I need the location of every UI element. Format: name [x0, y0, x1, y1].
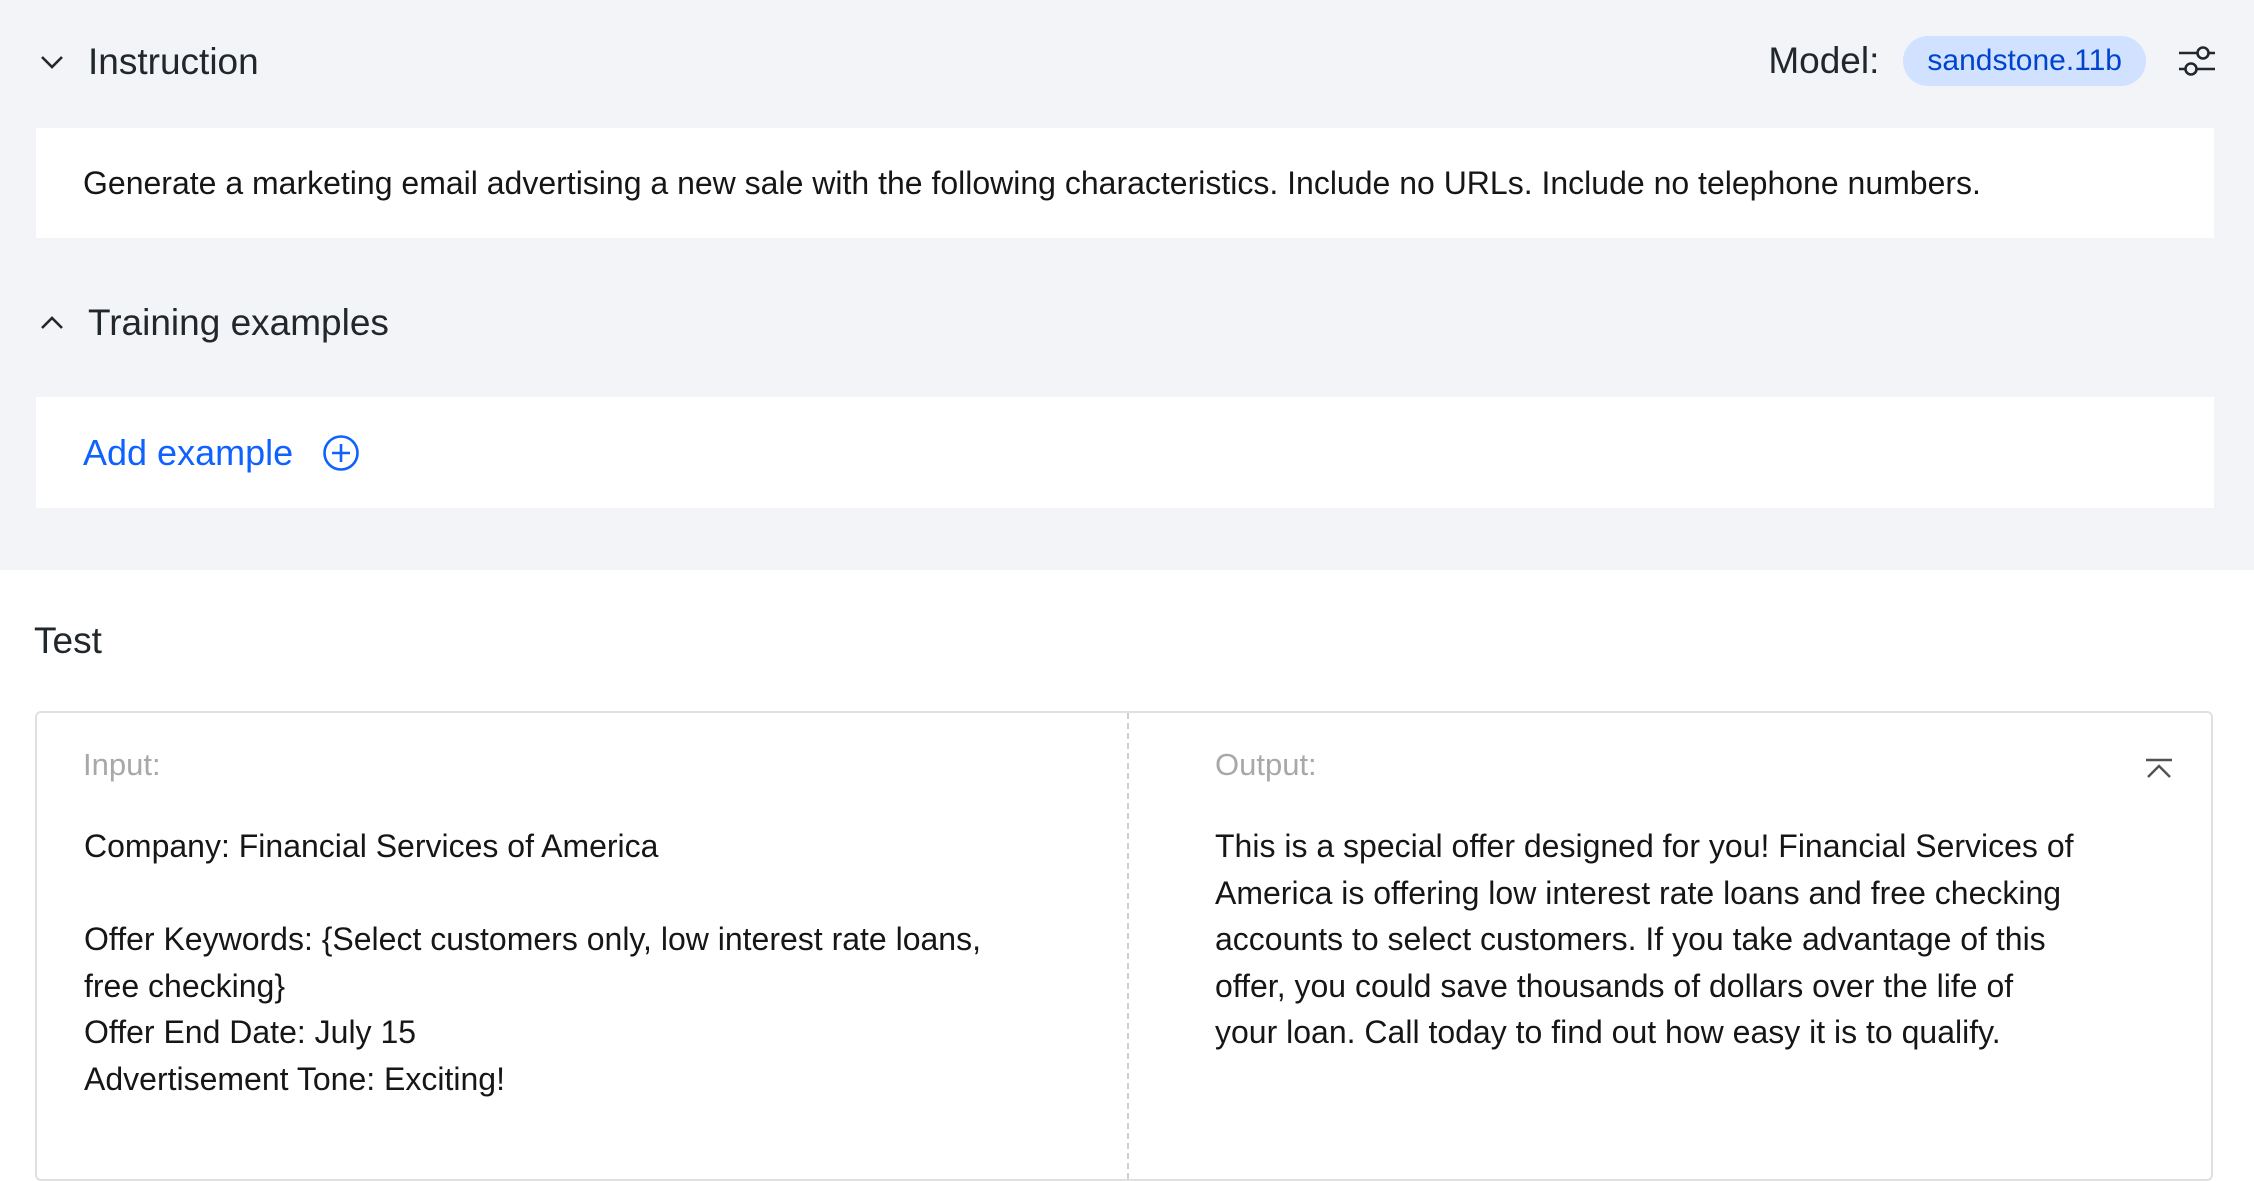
model-settings-button[interactable]: [2174, 38, 2220, 84]
input-text[interactable]: Company: Financial Services of America Of…: [84, 823, 1094, 1102]
training-examples-card: Add example: [36, 397, 2214, 508]
instruction-title: Instruction: [88, 41, 259, 82]
sliders-icon: [2179, 46, 2215, 76]
output-label: Output:: [1215, 747, 1317, 782]
collapse-output-button[interactable]: [2139, 749, 2179, 789]
instruction-text[interactable]: Generate a marketing email advertising a…: [83, 128, 1981, 238]
text-line: This is a special offer designed for you…: [1215, 828, 2074, 864]
add-circle-icon: [321, 433, 361, 473]
text-line: Company: Financial Services of America: [84, 828, 659, 864]
test-output-pane: Output: This is a special offer designed…: [1129, 713, 2213, 1179]
input-label: Input:: [83, 747, 161, 782]
add-example-button[interactable]: Add example: [83, 397, 361, 508]
model-label: Model:: [1768, 40, 1880, 81]
chevron-down-icon: [34, 44, 70, 80]
model-selector: Model: sandstone.11b: [1768, 32, 2220, 90]
text-line: Offer End Date: July 15: [84, 1014, 417, 1050]
training-examples-title: Training examples: [88, 302, 389, 343]
instruction-section-toggle[interactable]: Instruction: [34, 34, 259, 90]
test-title: Test: [34, 620, 102, 661]
text-line: America is offering low interest rate lo…: [1215, 874, 2062, 911]
chevron-up-icon: [34, 305, 70, 341]
test-panel: Input: Company: Financial Services of Am…: [35, 711, 2213, 1181]
text-line: your loan. Call today to find out how ea…: [1215, 1014, 2001, 1050]
text-line: offer, you could save thousands of dolla…: [1215, 967, 2014, 1004]
instruction-card[interactable]: Generate a marketing email advertising a…: [36, 128, 2214, 238]
model-tag[interactable]: sandstone.11b: [1903, 36, 2146, 86]
collapse-up-icon: [2146, 758, 2172, 778]
text-line: Offer Keywords: {Select customers only, …: [84, 921, 981, 957]
add-example-label: Add example: [83, 431, 294, 473]
text-line: Advertisement Tone: Exciting!: [84, 1060, 505, 1097]
text-line: accounts to select customers. If you tak…: [1215, 921, 2046, 957]
training-examples-toggle[interactable]: Training examples: [34, 295, 389, 351]
output-text: This is a special offer designed for you…: [1215, 823, 2115, 1056]
text-line: free checking}: [84, 967, 286, 1004]
test-input-pane[interactable]: Input: Company: Financial Services of Am…: [37, 713, 1129, 1179]
